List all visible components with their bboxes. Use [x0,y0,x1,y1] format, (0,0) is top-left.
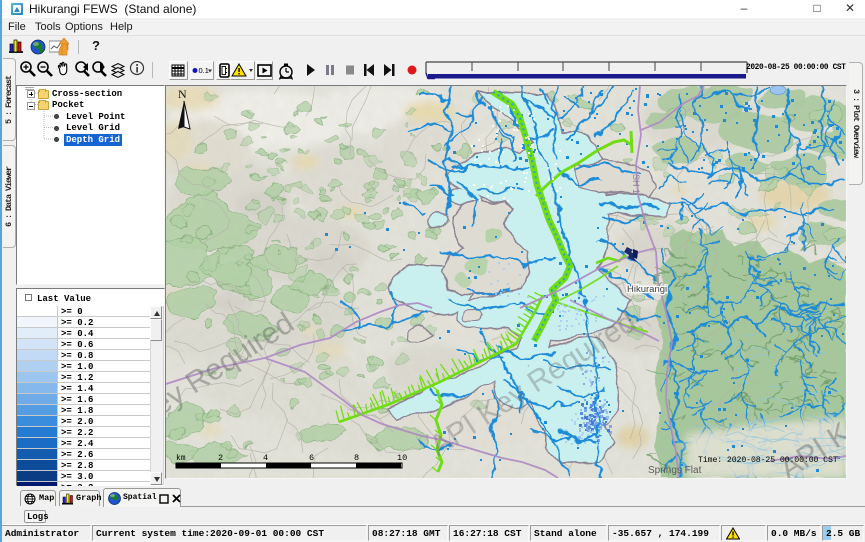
svg-text:8: 8 [354,453,359,463]
svg-text:Hikurangi: Hikurangi [627,284,667,295]
svg-text:Time: 2020-08-25 00:00:00 CST: Time: 2020-08-25 00:00:00 CST [698,455,838,465]
svg-text:SH 1: SH 1 [631,174,641,194]
svg-text:10: 10 [397,453,407,463]
svg-text:6: 6 [309,453,314,463]
svg-text:Springs Flat: Springs Flat [648,465,702,476]
svg-text:2: 2 [218,453,223,463]
svg-text:N: N [178,87,187,101]
svg-text:0.1: 0.1 [199,66,209,75]
svg-text:4: 4 [263,453,268,463]
svg-text:km: km [176,454,186,463]
